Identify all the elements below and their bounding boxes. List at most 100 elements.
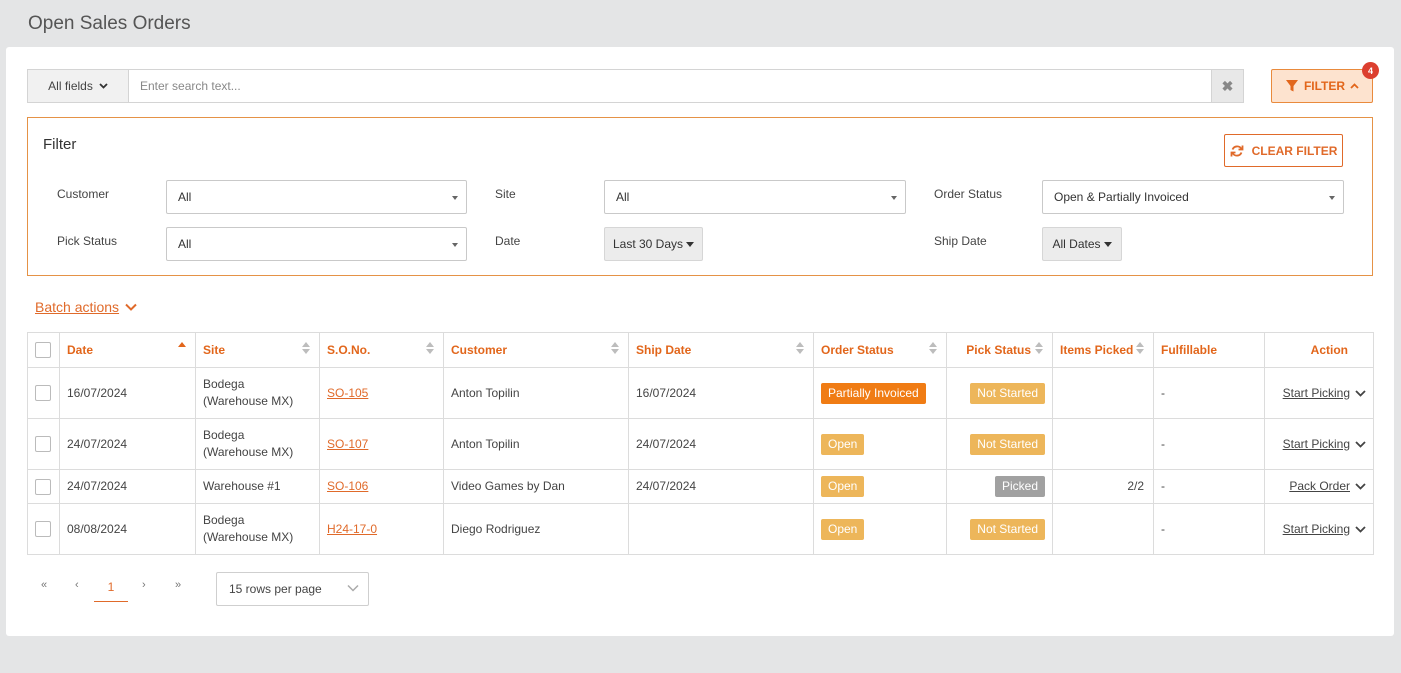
rows-per-page-select[interactable]: 15 rows per page <box>216 572 369 606</box>
so-number-link[interactable]: H24-17-0 <box>327 522 377 536</box>
cell-ship-date: 16/07/2024 <box>628 367 814 419</box>
chevron-down-icon[interactable] <box>1355 440 1366 448</box>
page-number-current[interactable]: 1 <box>94 572 128 602</box>
column-header-customer[interactable]: Customer <box>443 332 629 368</box>
column-header-ship-date[interactable]: Ship Date <box>628 332 814 368</box>
sort-icon <box>1136 342 1144 354</box>
column-header-items-picked[interactable]: Items Picked <box>1052 332 1154 368</box>
column-header-so-no[interactable]: S.O.No. <box>319 332 444 368</box>
date-filter-button[interactable]: Last 30 Days <box>604 227 703 261</box>
site-filter-value: All <box>616 190 630 204</box>
table-row: 24/07/2024 Warehouse #1 SO-106 Video Gam… <box>27 469 1374 504</box>
order-status-badge: Open <box>821 518 865 540</box>
table-row: 16/07/2024 Bodega (Warehouse MX) SO-105 … <box>27 367 1374 419</box>
cell-date: 24/07/2024 <box>59 469 196 504</box>
column-header-action: Action <box>1264 332 1374 368</box>
caret-down-icon <box>891 196 897 200</box>
caret-down-icon <box>1103 241 1112 247</box>
order-status-badge: Partially Invoiced <box>821 382 926 404</box>
ship-date-filter-label: Ship Date <box>934 234 987 248</box>
start-picking-link[interactable]: Start Picking <box>1283 521 1350 538</box>
search-field-select[interactable]: All fields <box>28 70 129 102</box>
customer-filter-value: All <box>178 190 192 204</box>
pick-status-badge: Not Started <box>970 518 1045 540</box>
page-title: Open Sales Orders <box>28 13 191 34</box>
row-checkbox[interactable] <box>35 385 51 401</box>
select-all-checkbox[interactable] <box>35 342 51 358</box>
sort-icon <box>796 342 804 354</box>
so-number-link[interactable]: SO-107 <box>327 437 368 451</box>
cell-date: 24/07/2024 <box>59 418 196 470</box>
start-picking-link[interactable]: Start Picking <box>1283 436 1350 453</box>
order-status-filter-label: Order Status <box>934 187 1003 201</box>
column-header-label: Items Picked <box>1060 343 1134 357</box>
close-icon: ✖ <box>1221 77 1234 94</box>
cell-site: Bodega (Warehouse MX) <box>195 367 320 419</box>
chevron-down-icon[interactable] <box>1355 483 1366 490</box>
sort-icon <box>1035 342 1043 354</box>
next-page-button[interactable]: › <box>142 579 146 591</box>
filter-button-label: FILTER <box>1303 79 1346 93</box>
customer-filter-select[interactable]: All <box>166 180 467 214</box>
cell-fulfillable: - <box>1153 367 1265 419</box>
cell-customer: Anton Topilin <box>443 418 629 470</box>
row-checkbox[interactable] <box>35 436 51 452</box>
ship-date-filter-button[interactable]: All Dates <box>1042 227 1122 261</box>
cell-site: Bodega (Warehouse MX) <box>195 503 320 555</box>
cell-ship-date: 24/07/2024 <box>628 469 814 504</box>
order-status-filter-select[interactable]: Open & Partially Invoiced <box>1042 180 1344 214</box>
prev-page-button[interactable]: ‹ <box>75 579 79 591</box>
row-checkbox[interactable] <box>35 521 51 537</box>
pick-status-filter-select[interactable]: All <box>166 227 467 261</box>
so-number-link[interactable]: SO-105 <box>327 386 368 400</box>
column-header-date[interactable]: Date <box>59 332 196 368</box>
start-picking-link[interactable]: Start Picking <box>1283 385 1350 402</box>
cell-ship-date: 24/07/2024 <box>628 418 814 470</box>
chevron-down-icon[interactable] <box>1355 389 1366 397</box>
content-card: All fields ✖ FILTER 4 Filter CLEAR FILTE… <box>6 47 1394 636</box>
column-header-fulfillable: Fulfillable <box>1153 332 1265 368</box>
column-header-order-status[interactable]: Order Status <box>813 332 947 368</box>
column-header-site[interactable]: Site <box>195 332 320 368</box>
caret-down-icon <box>452 243 458 247</box>
date-filter-value: Last 30 Days <box>612 237 684 251</box>
order-status-filter-value: Open & Partially Invoiced <box>1054 190 1189 204</box>
table-row: 08/08/2024 Bodega (Warehouse MX) H24-17-… <box>27 503 1374 555</box>
cell-fulfillable: - <box>1153 469 1265 504</box>
column-header-label: Fulfillable <box>1161 343 1218 357</box>
column-header-label: S.O.No. <box>327 343 371 357</box>
so-number-link[interactable]: SO-106 <box>327 479 368 493</box>
pick-status-badge: Not Started <box>970 382 1045 404</box>
pick-status-badge: Picked <box>994 476 1045 497</box>
chevron-down-icon <box>99 83 108 89</box>
filter-panel-title: Filter <box>43 136 77 153</box>
column-header-pick-status[interactable]: Pick Status <box>946 332 1053 368</box>
search-bar: All fields ✖ <box>27 69 1244 103</box>
sort-icon <box>611 342 619 354</box>
caret-down-icon <box>1329 196 1335 200</box>
column-header-label: Pick Status <box>966 343 1031 357</box>
cell-site: Warehouse #1 <box>195 469 320 504</box>
filter-toggle-button[interactable]: FILTER 4 <box>1271 62 1379 103</box>
chevron-down-icon[interactable] <box>1355 525 1366 533</box>
cell-items-picked <box>1052 367 1154 419</box>
site-filter-select[interactable]: All <box>604 180 906 214</box>
row-checkbox[interactable] <box>35 478 51 495</box>
filter-count-badge: 4 <box>1362 62 1379 79</box>
clear-filter-button[interactable]: CLEAR FILTER <box>1224 134 1343 167</box>
last-page-button[interactable]: » <box>175 579 181 591</box>
batch-actions-label: Batch actions <box>35 299 120 315</box>
refresh-icon <box>1230 145 1244 156</box>
batch-actions-toggle[interactable]: Batch actions <box>35 299 137 315</box>
pack-order-link[interactable]: Pack Order <box>1289 478 1350 495</box>
first-page-button[interactable]: « <box>41 579 47 591</box>
select-all-cell <box>27 332 60 368</box>
search-input[interactable] <box>129 70 1211 102</box>
column-header-label: Date <box>67 343 94 357</box>
order-status-badge: Open <box>821 433 865 455</box>
pick-status-filter-value: All <box>178 237 192 251</box>
orders-table: Date Site S.O.No. Customer Ship Date Ord… <box>27 332 1374 555</box>
clear-search-button[interactable]: ✖ <box>1211 70 1243 102</box>
rows-per-page-value: 15 rows per page <box>229 582 322 596</box>
cell-items-picked <box>1052 503 1154 555</box>
